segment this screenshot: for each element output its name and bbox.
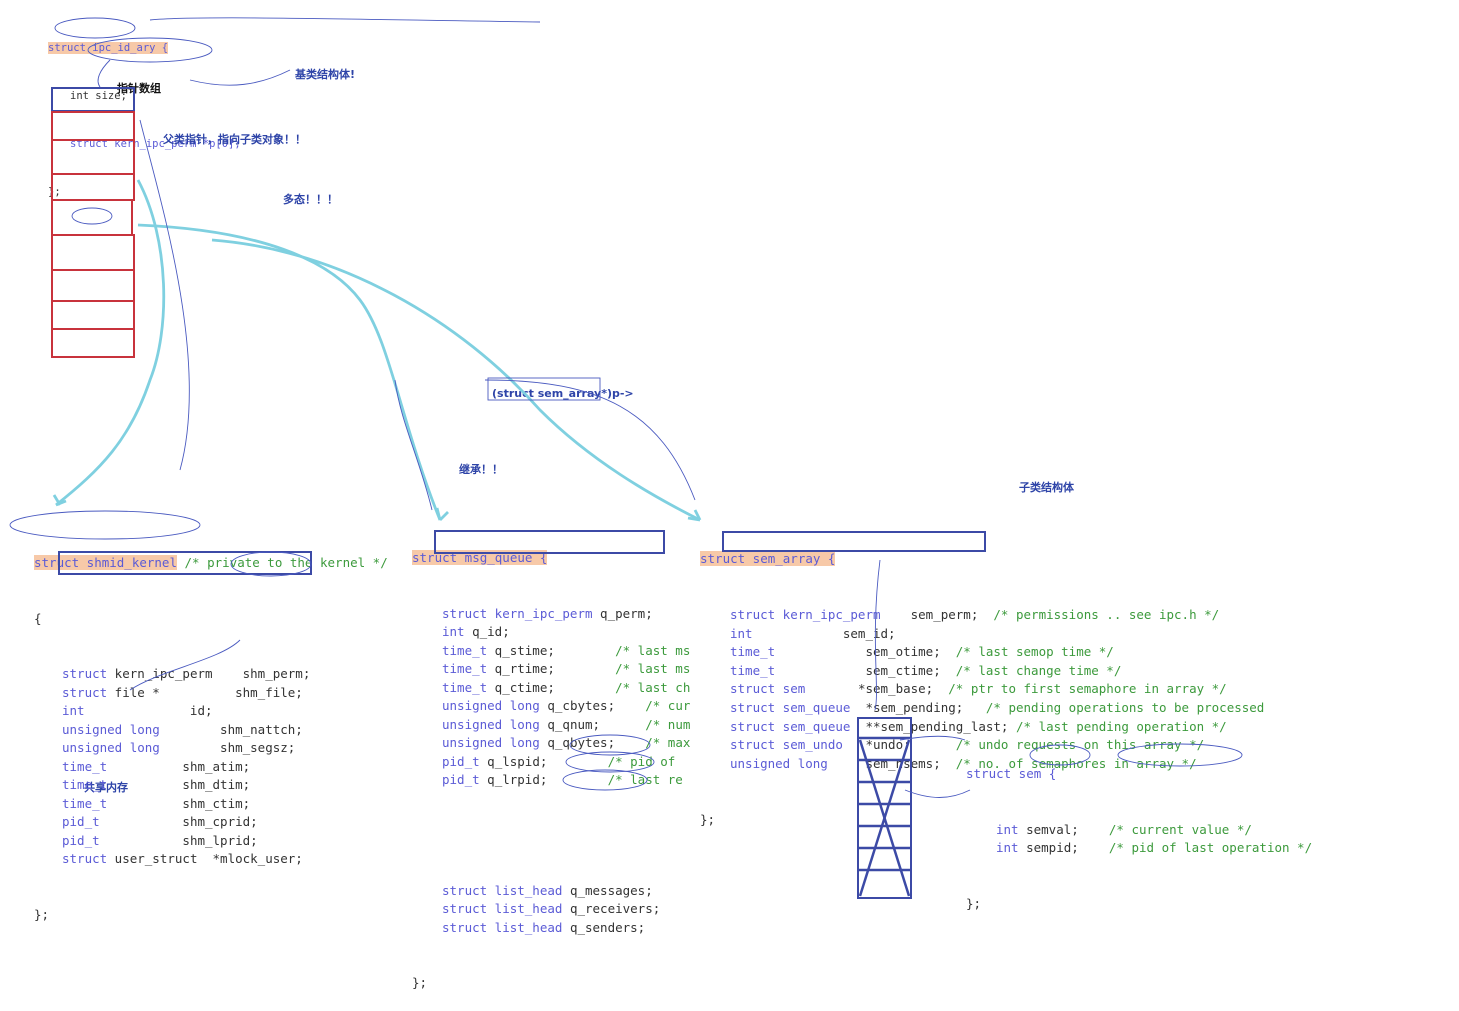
freehand-annotations (9, 17, 1243, 798)
msg-queue-close: }; (412, 975, 428, 990)
annotation-overlay (9, 17, 1243, 897)
semaphore-array-grid (858, 736, 911, 897)
polymorphism-arrows (52, 179, 702, 522)
